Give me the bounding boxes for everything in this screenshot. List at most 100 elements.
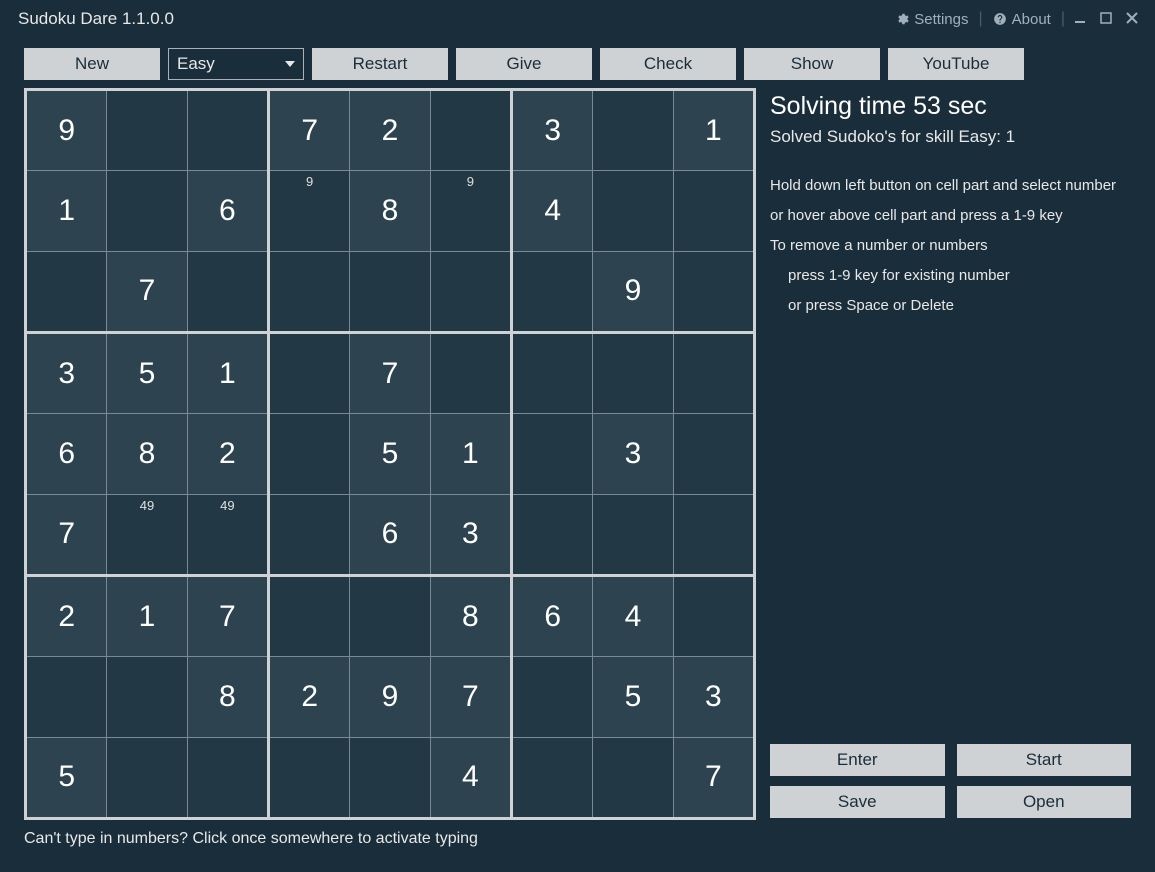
sudoku-cell[interactable] [513, 252, 592, 331]
sudoku-cell[interactable]: 6 [350, 495, 429, 574]
sudoku-cell[interactable] [593, 495, 672, 574]
minimize-icon [1074, 12, 1086, 24]
open-button[interactable]: Open [957, 786, 1132, 818]
sudoku-cell[interactable] [513, 334, 592, 413]
show-button[interactable]: Show [744, 48, 880, 80]
sudoku-cell[interactable]: 4 [513, 171, 592, 250]
sudoku-cell[interactable] [513, 738, 592, 817]
save-button[interactable]: Save [770, 786, 945, 818]
give-button[interactable]: Give [456, 48, 592, 80]
sudoku-cell[interactable] [270, 252, 349, 331]
sudoku-cell[interactable]: 7 [674, 738, 753, 817]
sudoku-cell[interactable]: 3 [513, 91, 592, 170]
sudoku-cell[interactable]: 9 [350, 657, 429, 736]
youtube-button[interactable]: YouTube [888, 48, 1024, 80]
sudoku-cell[interactable] [674, 495, 753, 574]
sudoku-cell[interactable]: 5 [107, 334, 186, 413]
sudoku-cell[interactable]: 6 [513, 577, 592, 656]
separator: | [976, 10, 984, 28]
sudoku-cell[interactable]: 1 [27, 171, 106, 250]
sudoku-cell[interactable]: 49 [188, 495, 267, 574]
sudoku-cell[interactable]: 2 [188, 414, 267, 493]
sudoku-cell[interactable] [593, 738, 672, 817]
sudoku-cell[interactable]: 7 [431, 657, 510, 736]
sudoku-cell[interactable] [431, 91, 510, 170]
sudoku-cell[interactable]: 4 [593, 577, 672, 656]
enter-button[interactable]: Enter [770, 744, 945, 776]
sudoku-cell[interactable] [188, 91, 267, 170]
sudoku-cell[interactable]: 5 [593, 657, 672, 736]
sudoku-cell[interactable]: 6 [188, 171, 267, 250]
sudoku-cell[interactable] [431, 252, 510, 331]
sudoku-cell[interactable]: 5 [27, 738, 106, 817]
sudoku-cell[interactable] [27, 252, 106, 331]
sudoku-cell[interactable] [593, 91, 672, 170]
sudoku-cell[interactable] [593, 171, 672, 250]
sudoku-cell[interactable]: 1 [107, 577, 186, 656]
sudoku-cell[interactable] [350, 577, 429, 656]
sudoku-cell[interactable]: 8 [188, 657, 267, 736]
sudoku-cell[interactable]: 8 [107, 414, 186, 493]
sudoku-cell[interactable] [107, 91, 186, 170]
sudoku-cell[interactable] [674, 171, 753, 250]
sudoku-cell[interactable]: 2 [27, 577, 106, 656]
sudoku-cell[interactable]: 3 [431, 495, 510, 574]
sudoku-cell[interactable]: 6 [27, 414, 106, 493]
sudoku-cell[interactable]: 1 [674, 91, 753, 170]
sudoku-cell[interactable] [674, 252, 753, 331]
restart-button[interactable]: Restart [312, 48, 448, 80]
sudoku-cell[interactable] [107, 657, 186, 736]
sudoku-cell[interactable] [674, 334, 753, 413]
sudoku-cell[interactable]: 3 [593, 414, 672, 493]
sudoku-cell[interactable]: 49 [107, 495, 186, 574]
sudoku-cell[interactable]: 9 [431, 171, 510, 250]
sudoku-cell[interactable] [107, 738, 186, 817]
sudoku-cell[interactable] [270, 334, 349, 413]
maximize-button[interactable] [1093, 7, 1119, 32]
sudoku-cell[interactable] [674, 414, 753, 493]
sudoku-cell[interactable]: 7 [188, 577, 267, 656]
sudoku-cell[interactable] [270, 495, 349, 574]
sudoku-cell[interactable]: 7 [350, 334, 429, 413]
sudoku-cell[interactable] [107, 171, 186, 250]
sudoku-cell[interactable]: 5 [350, 414, 429, 493]
new-button[interactable]: New [24, 48, 160, 80]
start-button[interactable]: Start [957, 744, 1132, 776]
sudoku-cell[interactable]: 8 [431, 577, 510, 656]
minimize-button[interactable] [1067, 7, 1093, 32]
sudoku-cell[interactable]: 4 [431, 738, 510, 817]
sudoku-cell[interactable]: 8 [350, 171, 429, 250]
settings-button[interactable]: Settings [887, 7, 976, 32]
sudoku-cell[interactable]: 2 [270, 657, 349, 736]
sudoku-cell[interactable] [350, 252, 429, 331]
sudoku-cell[interactable]: 9 [27, 91, 106, 170]
check-button[interactable]: Check [600, 48, 736, 80]
sudoku-cell[interactable] [513, 414, 592, 493]
sudoku-cell[interactable]: 3 [27, 334, 106, 413]
sudoku-cell[interactable]: 7 [107, 252, 186, 331]
sudoku-cell[interactable]: 9 [270, 171, 349, 250]
sudoku-cell[interactable] [188, 252, 267, 331]
sudoku-cell[interactable] [270, 577, 349, 656]
sudoku-cell[interactable] [431, 334, 510, 413]
sudoku-cell[interactable] [513, 495, 592, 574]
sudoku-cell[interactable] [674, 577, 753, 656]
close-icon [1126, 12, 1138, 24]
sudoku-cell[interactable]: 9 [593, 252, 672, 331]
sudoku-cell[interactable] [513, 657, 592, 736]
sudoku-cell[interactable]: 1 [188, 334, 267, 413]
difficulty-select[interactable]: Easy [168, 48, 304, 80]
sudoku-cell[interactable]: 2 [350, 91, 429, 170]
about-button[interactable]: About [985, 7, 1059, 32]
sudoku-cell[interactable] [270, 414, 349, 493]
close-button[interactable] [1119, 7, 1145, 32]
sudoku-cell[interactable] [593, 334, 672, 413]
sudoku-cell[interactable] [350, 738, 429, 817]
sudoku-cell[interactable]: 1 [431, 414, 510, 493]
sudoku-cell[interactable]: 7 [270, 91, 349, 170]
sudoku-cell[interactable] [188, 738, 267, 817]
sudoku-cell[interactable]: 3 [674, 657, 753, 736]
sudoku-cell[interactable]: 7 [27, 495, 106, 574]
sudoku-cell[interactable] [270, 738, 349, 817]
sudoku-cell[interactable] [27, 657, 106, 736]
